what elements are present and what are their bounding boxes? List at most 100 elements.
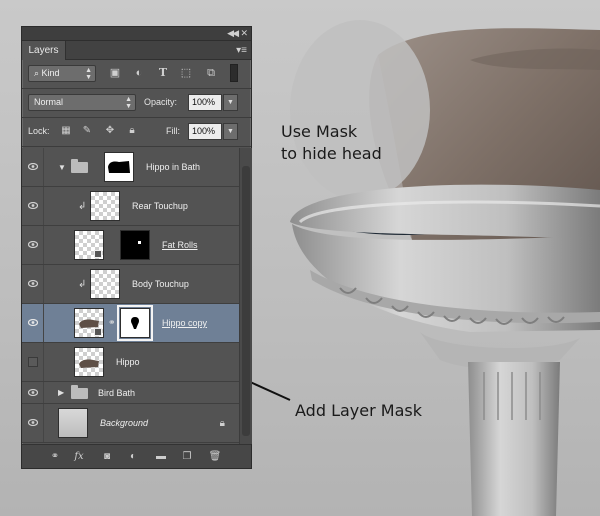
layer-row-background[interactable]: Background 🔒︎ bbox=[22, 404, 239, 443]
layer-row-bird-bath[interactable]: ▶ Bird Bath bbox=[22, 382, 239, 404]
smart-object-badge-icon bbox=[94, 328, 102, 336]
eye-icon bbox=[28, 388, 38, 396]
expand-triangle-icon[interactable]: ▶ bbox=[58, 382, 64, 404]
opacity-label: Opacity: bbox=[144, 97, 178, 107]
opacity-input[interactable]: 100% bbox=[188, 94, 222, 111]
clipping-arrow-icon: ↲ bbox=[78, 279, 87, 290]
layer-row-hippo-in-bath[interactable]: ▼ Hippo in Bath bbox=[22, 148, 239, 187]
fill-dropdown-button[interactable]: ▼ bbox=[223, 123, 238, 140]
layers-scrollbar[interactable] bbox=[239, 148, 252, 444]
filter-kind-value: Kind bbox=[41, 68, 60, 78]
layer-name[interactable]: Hippo bbox=[116, 343, 140, 382]
pedestal bbox=[468, 362, 560, 516]
panel-title-bar: ◀◀ ✕ bbox=[22, 27, 251, 41]
collapse-icon[interactable]: ◀◀ bbox=[227, 28, 239, 39]
add-layer-mask-icon[interactable]: ◙ bbox=[100, 450, 114, 464]
layer-row-fat-rolls[interactable]: Fat Rolls bbox=[22, 226, 239, 265]
lock-all-icon[interactable]: 🔒︎ bbox=[126, 124, 138, 138]
lock-position-icon[interactable]: ✥ bbox=[104, 124, 116, 138]
tab-layers[interactable]: Layers bbox=[22, 41, 66, 60]
add-layer-mask-annotation: Add Layer Mask bbox=[295, 401, 422, 420]
search-icon: ⌕ bbox=[34, 68, 42, 78]
blend-mode-select[interactable]: Normal ▲ ▼ bbox=[28, 94, 136, 111]
new-group-icon[interactable]: ▬ bbox=[154, 450, 168, 464]
layer-name[interactable]: Hippo copy bbox=[162, 304, 207, 343]
layer-name[interactable]: Bird Bath bbox=[98, 382, 135, 404]
clipping-arrow-icon: ↲ bbox=[78, 201, 87, 212]
group-mask-thumbnail[interactable] bbox=[104, 152, 134, 182]
adjustment-layer-icon[interactable]: ◐ bbox=[126, 450, 140, 464]
type-filter-icon[interactable]: T bbox=[156, 66, 170, 80]
hippo-icon bbox=[79, 359, 99, 368]
lock-transparency-icon[interactable]: ▦ bbox=[60, 124, 72, 138]
panel-bottom-bar: ⚭ fx ◙ ◐ ▬ ❐ 🗑︎ bbox=[22, 444, 251, 468]
layers-panel: ◀◀ ✕ Layers ▾≡ ⌕ Kind ▲ ▼ ▣ ◐ T ⬚ ⧉ Norma… bbox=[21, 26, 252, 469]
scrollbar-thumb[interactable] bbox=[242, 166, 250, 436]
filter-kind-select[interactable]: ⌕ Kind ▲ ▼ bbox=[28, 65, 96, 82]
layer-mask-thumbnail[interactable] bbox=[117, 305, 153, 341]
shape-filter-icon[interactable]: ⬚ bbox=[179, 66, 193, 80]
blend-row: Normal ▲ ▼ Opacity: 100% ▼ bbox=[22, 89, 251, 117]
layer-thumbnail[interactable] bbox=[58, 408, 88, 438]
smart-object-badge-icon bbox=[94, 250, 102, 258]
eye-icon bbox=[28, 202, 38, 209]
lock-row: Lock: ▦ ✎ ✥ 🔒︎ Fill: 100% ▼ bbox=[22, 118, 251, 146]
layer-thumbnail[interactable] bbox=[74, 347, 104, 377]
mask-shape-icon bbox=[131, 317, 139, 329]
trash-icon[interactable]: 🗑︎ bbox=[208, 450, 222, 464]
filter-toggle-switch[interactable] bbox=[230, 64, 238, 82]
eye-icon bbox=[28, 319, 38, 326]
eye-icon bbox=[28, 163, 38, 170]
link-layers-icon[interactable]: ⚭ bbox=[48, 450, 62, 464]
layer-name[interactable]: Background bbox=[100, 404, 148, 443]
use-mask-annotation: Use Mask to hide head bbox=[281, 121, 382, 165]
layer-name[interactable]: Hippo in Bath bbox=[146, 148, 200, 187]
layer-name[interactable]: Body Touchup bbox=[132, 265, 189, 304]
layer-thumbnail[interactable] bbox=[74, 230, 104, 260]
close-icon[interactable]: ✕ bbox=[240, 28, 248, 39]
folder-icon bbox=[71, 385, 88, 399]
visibility-toggle[interactable] bbox=[22, 404, 44, 442]
fx-button[interactable]: fx bbox=[72, 450, 86, 464]
opacity-dropdown-button[interactable]: ▼ bbox=[223, 94, 238, 111]
layer-row-body-touchup[interactable]: ↲ Body Touchup bbox=[22, 265, 239, 304]
layers-list: ▼ Hippo in Bath ↲ Rear Touchup Fat Rolls… bbox=[22, 148, 239, 444]
visibility-toggle[interactable] bbox=[22, 148, 44, 186]
layer-thumbnail[interactable] bbox=[90, 191, 120, 221]
layer-row-rear-touchup[interactable]: ↲ Rear Touchup bbox=[22, 187, 239, 226]
layer-name[interactable]: Rear Touchup bbox=[132, 187, 188, 226]
layer-row-hippo-copy[interactable]: ⚭ Hippo copy bbox=[22, 304, 239, 343]
lock-icon: 🔒︎ bbox=[219, 418, 225, 429]
visibility-toggle[interactable] bbox=[22, 226, 44, 264]
visibility-toggle[interactable] bbox=[22, 187, 44, 225]
visibility-toggle[interactable] bbox=[22, 265, 44, 303]
adjustment-filter-icon[interactable]: ◐ bbox=[132, 66, 146, 80]
annotation-line-1: Use Mask bbox=[281, 122, 358, 141]
panel-menu-icon[interactable]: ▾≡ bbox=[236, 45, 247, 56]
hidden-visibility-box bbox=[28, 357, 38, 367]
eye-icon bbox=[28, 280, 38, 287]
mask-spot bbox=[138, 241, 141, 244]
pixel-filter-icon[interactable]: ▣ bbox=[108, 66, 122, 80]
link-icon[interactable]: ⚭ bbox=[108, 317, 116, 328]
layer-row-hippo[interactable]: Hippo bbox=[22, 343, 239, 382]
layer-mask-thumbnail[interactable] bbox=[120, 230, 150, 260]
annotation-line-2: to hide head bbox=[281, 144, 382, 163]
visibility-toggle[interactable] bbox=[22, 343, 44, 381]
lock-label: Lock: bbox=[28, 126, 50, 136]
chevron-updown-icon: ▲ ▼ bbox=[85, 67, 92, 81]
visibility-toggle[interactable] bbox=[22, 382, 44, 403]
fill-input[interactable]: 100% bbox=[188, 123, 222, 140]
layer-thumbnail[interactable] bbox=[74, 308, 104, 338]
new-layer-icon[interactable]: ❐ bbox=[180, 450, 194, 464]
lock-brush-icon[interactable]: ✎ bbox=[81, 124, 93, 138]
visibility-toggle[interactable] bbox=[22, 304, 44, 342]
layer-thumbnail[interactable] bbox=[90, 269, 120, 299]
filter-row: ⌕ Kind ▲ ▼ ▣ ◐ T ⬚ ⧉ bbox=[22, 60, 251, 88]
fill-label: Fill: bbox=[166, 126, 180, 136]
hippo-silhouette-icon bbox=[108, 161, 130, 173]
smart-object-filter-icon[interactable]: ⧉ bbox=[204, 66, 218, 80]
layer-name[interactable]: Fat Rolls bbox=[162, 226, 198, 265]
expand-triangle-icon[interactable]: ▼ bbox=[58, 148, 66, 187]
eye-icon bbox=[28, 419, 38, 426]
